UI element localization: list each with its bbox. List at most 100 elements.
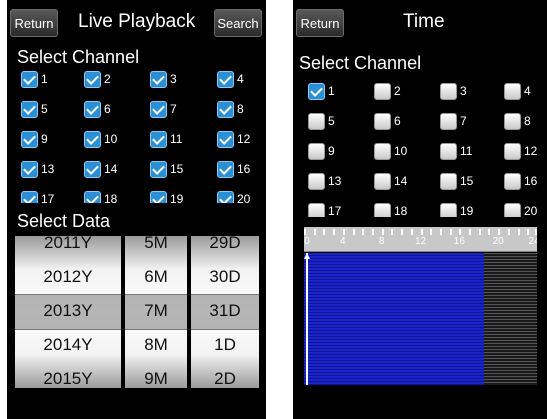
search-button[interactable]: Search [214,9,262,37]
checkbox-unchecked-icon[interactable] [374,82,391,100]
checkbox-unchecked-icon[interactable] [504,82,521,100]
channel-checkbox[interactable]: 17 [21,187,79,203]
checkbox-checked-icon[interactable] [150,160,167,178]
checkbox-checked-icon[interactable] [21,190,38,203]
checkbox-checked-icon[interactable] [150,190,167,203]
checkbox-unchecked-icon[interactable] [308,112,325,130]
picker-item[interactable]: 2014Y [15,328,121,362]
checkbox-unchecked-icon[interactable] [504,112,521,130]
return-button[interactable]: Return [296,9,344,37]
picker-item[interactable]: 2011Y [15,236,121,260]
checkbox-unchecked-icon[interactable] [374,112,391,130]
checkbox-checked-icon[interactable] [150,130,167,148]
channel-checkbox[interactable]: 1 [308,79,366,103]
picker-item[interactable]: 7M [125,294,187,328]
checkbox-unchecked-icon[interactable] [440,142,457,160]
channel-checkbox[interactable]: 18 [84,187,142,203]
checkbox-checked-icon[interactable] [217,100,234,118]
checkbox-checked-icon[interactable] [84,190,101,203]
checkbox-checked-icon[interactable] [21,130,38,148]
picker-item[interactable]: 2012Y [15,260,121,294]
checkbox-checked-icon[interactable] [150,100,167,118]
checkbox-unchecked-icon[interactable] [440,112,457,130]
channel-checkbox[interactable]: 2 [374,79,432,103]
picker-item[interactable]: 31D [191,294,259,328]
checkbox-unchecked-icon[interactable] [440,172,457,190]
channel-checkbox[interactable]: 16 [217,157,266,181]
checkbox-checked-icon[interactable] [217,160,234,178]
checkbox-checked-icon[interactable] [217,70,234,88]
channel-checkbox[interactable]: 7 [150,97,208,121]
checkbox-unchecked-icon[interactable] [308,172,325,190]
picker-item[interactable]: 2015Y [15,362,121,388]
channel-checkbox[interactable]: 10 [84,127,142,151]
channel-checkbox[interactable]: 4 [217,67,266,91]
channel-checkbox[interactable]: 20 [504,199,547,217]
checkbox-unchecked-icon[interactable] [504,172,521,190]
checkbox-checked-icon[interactable] [21,160,38,178]
channel-checkbox[interactable]: 6 [84,97,142,121]
checkbox-checked-icon[interactable] [84,160,101,178]
picker-item[interactable]: 30D [191,260,259,294]
channel-checkbox[interactable]: 16 [504,169,547,193]
playback-cursor[interactable] [306,253,308,385]
channel-checkbox[interactable]: 12 [504,139,547,163]
checkbox-checked-icon[interactable] [217,130,234,148]
channel-checkbox[interactable]: 20 [217,187,266,203]
checkbox-unchecked-icon[interactable] [440,82,457,100]
channel-checkbox[interactable]: 15 [440,169,498,193]
return-button[interactable]: Return [10,9,58,37]
checkbox-checked-icon[interactable] [84,130,101,148]
picker-item[interactable]: 5M [125,236,187,260]
channel-checkbox[interactable]: 17 [308,199,366,217]
channel-checkbox[interactable]: 3 [150,67,208,91]
picker-item[interactable]: 8M [125,328,187,362]
checkbox-checked-icon[interactable] [21,100,38,118]
channel-checkbox[interactable]: 15 [150,157,208,181]
time-ruler[interactable]: 0 4 8 12 16 20 24 [304,227,537,252]
checkbox-unchecked-icon[interactable] [440,202,457,217]
channel-checkbox[interactable]: 14 [374,169,432,193]
picker-item[interactable]: 29D [191,236,259,260]
year-wheel[interactable]: 2011Y 2012Y 2013Y 2014Y 2015Y [15,236,121,388]
channel-checkbox[interactable]: 1 [21,67,79,91]
checkbox-checked-icon[interactable] [21,70,38,88]
picker-item[interactable]: 2D [191,362,259,388]
channel-checkbox[interactable]: 12 [217,127,266,151]
picker-item[interactable]: 9M [125,362,187,388]
picker-item[interactable]: 2013Y [15,294,121,328]
channel-checkbox[interactable]: 8 [217,97,266,121]
channel-checkbox[interactable]: 18 [374,199,432,217]
day-wheel[interactable]: 29D 30D 31D 1D 2D [191,236,259,388]
channel-checkbox[interactable]: 9 [21,127,79,151]
recording-timeline[interactable] [304,253,537,385]
checkbox-unchecked-icon[interactable] [374,172,391,190]
channel-checkbox[interactable]: 3 [440,79,498,103]
channel-checkbox[interactable]: 9 [308,139,366,163]
channel-checkbox[interactable]: 13 [308,169,366,193]
channel-checkbox[interactable]: 5 [308,109,366,133]
picker-item[interactable]: 1D [191,328,259,362]
channel-checkbox[interactable]: 11 [150,127,208,151]
checkbox-unchecked-icon[interactable] [308,202,325,217]
channel-checkbox[interactable]: 5 [21,97,79,121]
channel-checkbox[interactable]: 7 [440,109,498,133]
picker-item[interactable]: 6M [125,260,187,294]
channel-checkbox[interactable]: 10 [374,139,432,163]
checkbox-unchecked-icon[interactable] [374,202,391,217]
channel-checkbox[interactable]: 19 [150,187,208,203]
checkbox-checked-icon[interactable] [217,190,234,203]
channel-checkbox[interactable]: 2 [84,67,142,91]
channel-checkbox[interactable]: 4 [504,79,547,103]
month-wheel[interactable]: 5M 6M 7M 8M 9M [125,236,187,388]
checkbox-checked-icon[interactable] [84,70,101,88]
channel-checkbox[interactable]: 19 [440,199,498,217]
channel-checkbox[interactable]: 8 [504,109,547,133]
channel-checkbox[interactable]: 14 [84,157,142,181]
checkbox-checked-icon[interactable] [150,70,167,88]
channel-checkbox[interactable]: 11 [440,139,498,163]
checkbox-unchecked-icon[interactable] [504,142,521,160]
checkbox-checked-icon[interactable] [84,100,101,118]
checkbox-checked-icon[interactable] [308,82,325,100]
checkbox-unchecked-icon[interactable] [308,142,325,160]
